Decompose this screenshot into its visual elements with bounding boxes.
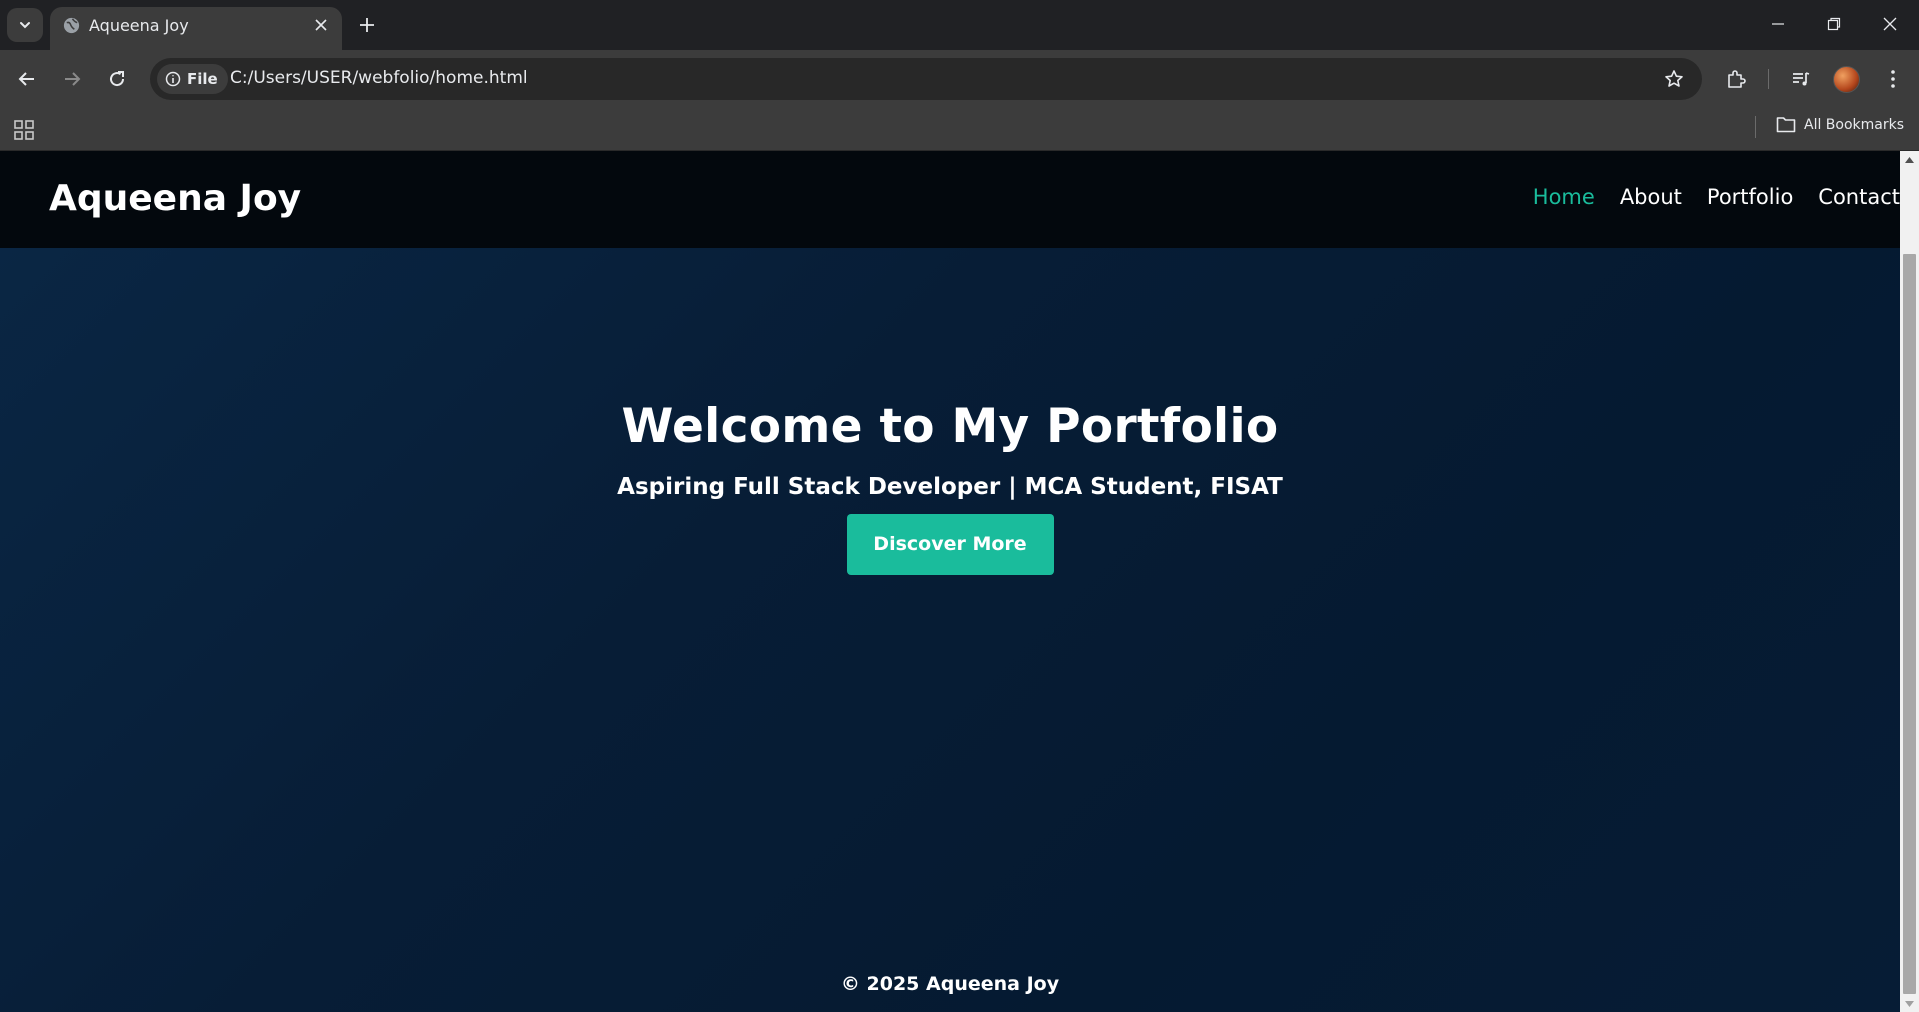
nav-link-contact[interactable]: Contact [1818, 185, 1900, 209]
all-bookmarks-label: All Bookmarks [1804, 116, 1905, 133]
site-footer: © 2025 Aqueena Joy [840, 973, 1060, 995]
site-nav: Home About Portfolio Contact [1533, 185, 1900, 209]
scheme-label: File [187, 70, 218, 88]
profile-avatar[interactable] [1833, 66, 1860, 93]
tab-search-button[interactable] [7, 8, 43, 42]
hero-subtitle: Aspiring Full Stack Developer | MCA Stud… [617, 474, 1283, 500]
new-tab-button[interactable] [352, 10, 382, 40]
scroll-up-button[interactable] [1900, 151, 1919, 168]
page-viewport: Aqueena Joy Home About Portfolio Contact… [0, 151, 1900, 1012]
bookmarks-divider [1755, 116, 1756, 138]
site-info-chip[interactable]: File [157, 64, 228, 94]
discover-more-button[interactable]: Discover More [846, 514, 1054, 575]
active-tab[interactable]: Aqueena Joy [50, 7, 342, 50]
info-icon [165, 71, 181, 87]
folder-icon [1776, 117, 1796, 133]
arrow-right-icon [65, 72, 81, 86]
site-header: Aqueena Joy Home About Portfolio Contact [0, 151, 1900, 248]
apps-grid-icon[interactable] [12, 118, 36, 142]
all-bookmarks-button[interactable]: All Bookmarks [1776, 116, 1904, 133]
puzzle-icon [1728, 70, 1746, 88]
extensions-button[interactable] [1720, 62, 1754, 96]
bookmarks-bar: All Bookmarks [0, 108, 1919, 151]
close-icon [315, 19, 327, 31]
close-icon [1883, 17, 1897, 31]
hero-section: Welcome to My Portfolio Aspiring Full St… [0, 399, 1900, 575]
hero-title: Welcome to My Portfolio [621, 399, 1279, 454]
chevron-down-icon [20, 22, 30, 29]
url-text[interactable]: C:/Users/USER/webfolio/home.html [230, 68, 528, 88]
minimize-icon [1772, 23, 1784, 25]
globe-icon [63, 17, 80, 34]
nav-link-home[interactable]: Home [1533, 185, 1595, 209]
kebab-menu-icon [1891, 70, 1895, 88]
address-bar[interactable]: File C:/Users/USER/webfolio/home.html [150, 58, 1702, 100]
forward-button[interactable] [55, 62, 89, 96]
back-button[interactable] [10, 62, 44, 96]
tab-close-button[interactable] [310, 14, 332, 36]
page-scrollbar[interactable] [1900, 151, 1919, 1012]
triangle-up-icon [1905, 156, 1914, 163]
arrow-left-icon [18, 72, 34, 86]
toolbar-divider [1768, 69, 1769, 89]
reading-list-button[interactable] [1784, 62, 1818, 96]
restore-icon [1827, 17, 1841, 31]
close-window-button[interactable] [1862, 0, 1918, 48]
tab-strip: Aqueena Joy [0, 0, 1919, 50]
scrollbar-thumb[interactable] [1903, 254, 1916, 994]
scroll-down-button[interactable] [1900, 995, 1919, 1012]
nav-link-portfolio[interactable]: Portfolio [1707, 185, 1793, 209]
triangle-down-icon [1905, 1000, 1914, 1007]
reload-button[interactable] [100, 62, 134, 96]
queue-music-icon [1793, 72, 1810, 86]
browser-menu-button[interactable] [1876, 62, 1910, 96]
plus-icon [360, 18, 374, 32]
restore-button[interactable] [1806, 0, 1862, 48]
site-logo[interactable]: Aqueena Joy [49, 178, 301, 219]
reload-icon [110, 71, 125, 87]
nav-link-about[interactable]: About [1620, 185, 1682, 209]
star-icon [1665, 70, 1683, 87]
bookmark-star-button[interactable] [1662, 67, 1686, 91]
minimize-button[interactable] [1750, 0, 1806, 48]
tab-title: Aqueena Joy [89, 16, 189, 35]
browser-toolbar: File C:/Users/USER/webfolio/home.html [0, 50, 1919, 108]
